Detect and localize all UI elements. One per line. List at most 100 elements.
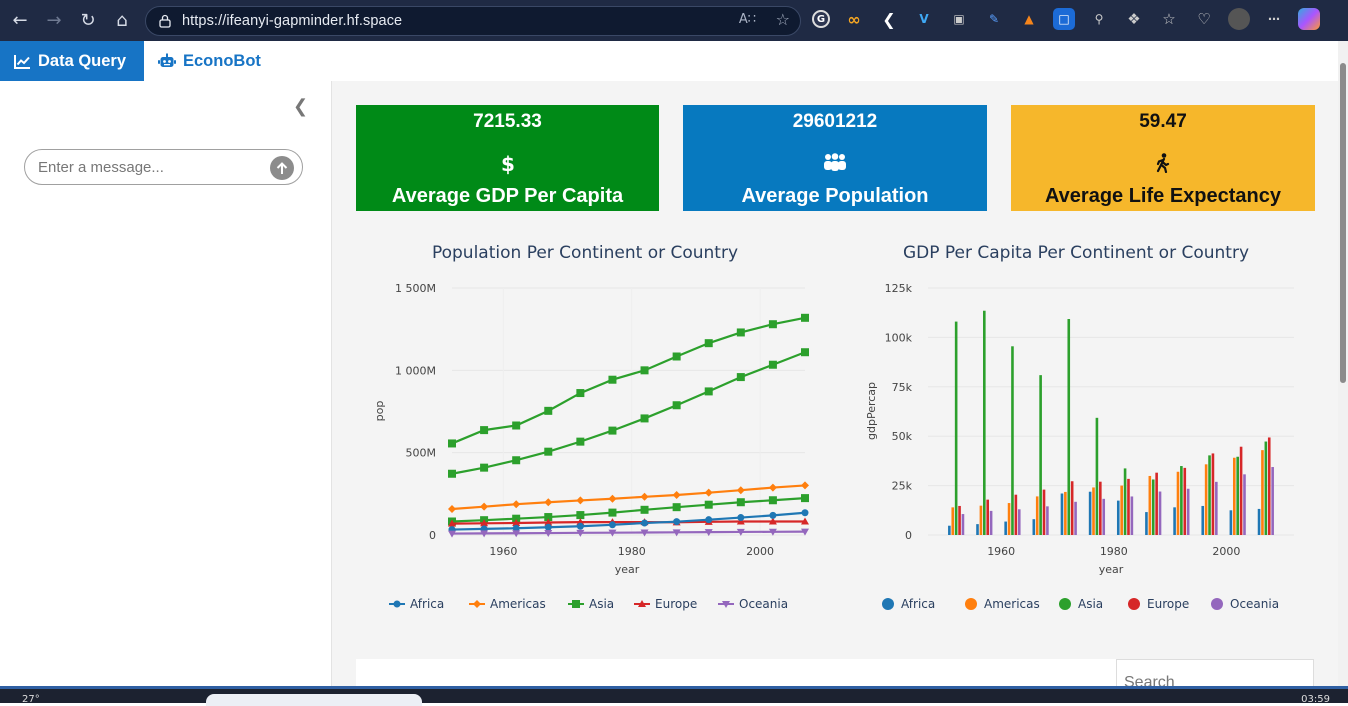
bar: [1032, 519, 1036, 535]
legend-marker: [882, 598, 894, 610]
gdp-chart-svg: GDP Per Capita Per Continent or Country …: [865, 243, 1294, 611]
data-point: [576, 437, 585, 446]
collapse-sidebar-icon[interactable]: ❮: [293, 96, 308, 117]
data-point: [608, 375, 617, 384]
data-point: [801, 494, 809, 503]
send-button[interactable]: [270, 156, 294, 180]
health-icon[interactable]: ♡: [1193, 8, 1215, 30]
arrow-extension-icon[interactable]: ❮: [878, 8, 900, 30]
data-point: [736, 373, 745, 382]
bar: [1264, 441, 1268, 535]
scrollbar-thumb[interactable]: [1340, 63, 1346, 383]
cube-icon[interactable]: ▣: [948, 8, 970, 30]
taskbar-search[interactable]: [206, 694, 422, 706]
taskbar-clock: 03:59: [1301, 694, 1330, 705]
address-bar[interactable]: https://ifeanyi-gapminder.hf.space A​∷ ☆: [145, 6, 801, 36]
message-input[interactable]: [38, 158, 263, 176]
card-label: Average Population: [741, 185, 929, 207]
population-card: 29601212 Average Population: [683, 105, 987, 211]
tab-label: EconoBot: [183, 51, 261, 70]
table-search-input[interactable]: [1124, 674, 1304, 686]
tab-data-query[interactable]: Data Query: [0, 41, 144, 81]
data-point: [608, 494, 617, 503]
extensions-bar: G ∞ ❮ V ▣ ✎ ▲ □ ⚲ ❖ ☆ ♡ ⋯: [812, 8, 1320, 30]
x-axis-label: year: [615, 563, 640, 576]
data-point: [672, 401, 681, 410]
y-tick-label: 0: [905, 529, 912, 542]
key-icon[interactable]: ⚲: [1088, 8, 1110, 30]
bar: [979, 505, 983, 535]
x-tick-label: 1960: [987, 545, 1015, 558]
legend-label: Oceania: [739, 597, 788, 611]
home-icon[interactable]: ⌂: [108, 7, 136, 35]
copilot-icon[interactable]: [1298, 8, 1320, 30]
chat-extension-icon[interactable]: □: [1053, 8, 1075, 30]
legend-marker: [965, 598, 977, 610]
population-chart-svg: Population Per Continent or Country 0 500…: [373, 243, 809, 611]
bar: [1158, 491, 1162, 535]
data-point: [769, 511, 777, 519]
bar: [1011, 346, 1014, 535]
puzzle-icon[interactable]: ❖: [1123, 8, 1145, 30]
data-point: [544, 498, 553, 507]
lock-icon: [159, 14, 171, 28]
data-point: [705, 516, 713, 524]
back-icon[interactable]: ←: [6, 7, 34, 35]
data-point: [448, 439, 456, 448]
bar: [986, 499, 990, 535]
page-scrollbar[interactable]: [1338, 41, 1348, 686]
metamask-icon[interactable]: ▲: [1018, 8, 1040, 30]
legend-marker: [473, 600, 481, 608]
card-label: Average Life Expectancy: [1044, 185, 1282, 207]
tab-econobot[interactable]: EconoBot: [144, 41, 277, 81]
data-point: [640, 492, 649, 501]
card-label: Average GDP Per Capita: [391, 185, 624, 207]
bar: [1180, 466, 1183, 535]
bar: [1130, 496, 1134, 535]
gdp-card: 7215.33 $ Average GDP Per Capita: [356, 105, 659, 211]
bar: [1088, 491, 1092, 535]
legend-marker: [1211, 598, 1223, 610]
forward-icon[interactable]: →: [40, 7, 68, 35]
legend-label: Europe: [655, 597, 697, 611]
legend-label: Oceania: [1230, 597, 1279, 611]
pen-extension-icon[interactable]: ✎: [983, 8, 1005, 30]
x-tick-label: 1960: [489, 545, 517, 558]
bar: [1046, 506, 1049, 535]
data-point: [576, 389, 585, 398]
svg-text:$: $: [501, 153, 515, 175]
legend-marker: [1059, 598, 1071, 610]
bar: [1183, 467, 1187, 535]
x-tick-label: 1980: [618, 545, 646, 558]
bar: [958, 505, 961, 535]
vue-extension-icon[interactable]: V: [913, 8, 935, 30]
more-icon[interactable]: ⋯: [1263, 8, 1285, 30]
favorite-star-icon[interactable]: ☆: [776, 10, 790, 29]
data-point: [544, 447, 553, 456]
bar: [1120, 485, 1123, 535]
grammarly-icon[interactable]: G: [812, 10, 830, 28]
bar: [951, 507, 955, 535]
refresh-icon[interactable]: ↻: [74, 7, 102, 35]
legend-label: Africa: [901, 597, 935, 611]
profile-avatar[interactable]: [1228, 8, 1250, 30]
series-line: [451, 530, 806, 535]
x-tick-label: 1980: [1100, 545, 1128, 558]
read-aloud-icon[interactable]: A​∷: [739, 12, 756, 27]
infinity-icon[interactable]: ∞: [843, 8, 865, 30]
x-axis-label: year: [1099, 563, 1124, 576]
data-point: [801, 313, 809, 322]
bar: [954, 321, 958, 535]
data-point: [768, 483, 777, 492]
data-point: [737, 514, 745, 522]
app-tab-bar: Data Query EconoBot: [0, 41, 1348, 81]
data-point: [736, 486, 745, 495]
y-tick-label: 1 000M: [395, 364, 436, 377]
data-point: [768, 360, 777, 369]
data-point: [704, 339, 713, 348]
bar: [1215, 481, 1218, 535]
legend-marker: [393, 600, 401, 608]
favorites-icon[interactable]: ☆: [1158, 8, 1180, 30]
data-point: [704, 387, 713, 396]
browser-toolbar: ← → ↻ ⌂ https://ifeanyi-gapminder.hf.spa…: [0, 0, 1348, 41]
